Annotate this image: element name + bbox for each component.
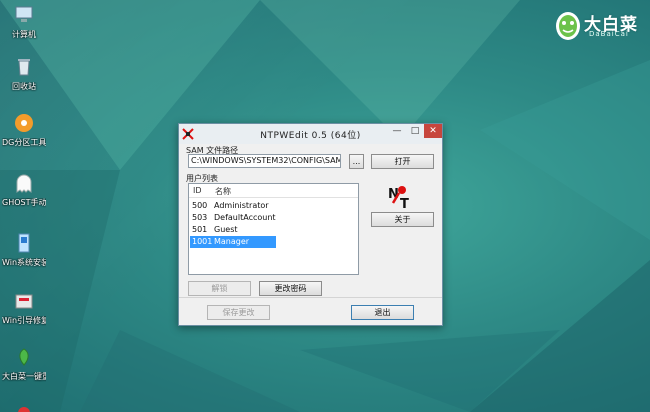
user-id: 503: [192, 213, 208, 222]
app-icon-partial: [18, 407, 30, 412]
change-password-button[interactable]: 更改密码: [259, 281, 322, 296]
cabbage-logo-icon: [556, 12, 580, 40]
user-name: Administrator: [214, 201, 269, 210]
column-name-header[interactable]: 名称: [215, 186, 231, 197]
desktop-icon-label: 大白菜一键重装【大白菜一...】: [2, 372, 46, 381]
desktop-icon-label: Win系统安装【大白菜】: [2, 258, 46, 267]
user-id: 1001: [192, 237, 213, 246]
desktop-icon-diskgenius[interactable]: DG分区工具【大白菜】: [2, 112, 46, 148]
user-id: 501: [192, 225, 208, 234]
desktop-icon-recycle-bin[interactable]: 回收站: [2, 56, 46, 92]
boot-repair-icon: [15, 294, 33, 309]
desktop-icon-boot-repair[interactable]: Win引导修复【大白菜】: [2, 290, 46, 326]
desktop-icon-label: 计算机: [12, 30, 36, 39]
user-name: Manager: [214, 237, 250, 246]
ntpwedit-window: NTPWEdit 0.5 (64位) — □ ✕ SAM 文件路径 C:\WIN…: [178, 123, 443, 326]
unlock-button[interactable]: 解锁: [188, 281, 251, 296]
desktop-icon-label: Win引导修复【大白菜】: [2, 316, 46, 325]
separator: [179, 297, 442, 298]
maximize-icon: □: [410, 126, 420, 136]
exit-button[interactable]: 退出: [351, 305, 414, 320]
desktop-icon-label: DG分区工具【大白菜】: [2, 138, 46, 147]
recycle-bin-icon: [18, 59, 30, 76]
desktop-icon-computer[interactable]: 计算机: [2, 4, 46, 40]
user-row-manager[interactable]: 1001 Manager: [190, 236, 276, 248]
user-row-administrator[interactable]: 500 Administrator: [190, 200, 276, 212]
user-id: 500: [192, 201, 208, 210]
user-name: DefaultAccount: [214, 213, 276, 222]
sam-path-field[interactable]: C:\WINDOWS\SYSTEM32\CONFIG\SAM: [188, 154, 341, 168]
browse-button[interactable]: ...: [349, 154, 364, 169]
user-row-guest[interactable]: 501 Guest: [190, 224, 276, 236]
ghost-icon: [16, 174, 32, 193]
user-list[interactable]: ID 名称 500 Administrator 503 DefaultAccou…: [188, 183, 359, 275]
brand-subtitle: DaBaiCai: [589, 30, 629, 38]
save-changes-button[interactable]: 保存更改: [207, 305, 270, 320]
minimize-icon: —: [392, 126, 402, 136]
title-bar[interactable]: NTPWEdit 0.5 (64位) — □ ✕: [179, 124, 442, 144]
column-id-header[interactable]: ID: [193, 186, 202, 195]
computer-icon: [15, 6, 33, 22]
open-button[interactable]: 打开: [371, 154, 434, 169]
desktop-icon-dabaicai-reinstall[interactable]: 大白菜一键重装【大白菜一...】: [2, 346, 46, 382]
ntpw-logo-icon: N T: [388, 186, 409, 210]
diskgenius-icon: [15, 114, 33, 132]
maximize-button[interactable]: □: [406, 124, 424, 138]
minimize-button[interactable]: —: [388, 124, 406, 138]
close-button[interactable]: ✕: [424, 124, 442, 138]
desktop-icon-label: GHOST手动【大白菜】: [2, 198, 46, 207]
svg-text:T: T: [400, 197, 409, 210]
desktop-icon-column: 计算机 回收站 DG分区工具【大白菜】 GHOST手动【大白菜】 Win系统安装…: [0, 0, 48, 412]
close-icon: ✕: [429, 126, 437, 136]
brand-logo: 大白菜 DaBaiCai: [553, 4, 648, 44]
desktop-icon-ghost[interactable]: GHOST手动【大白菜】: [2, 172, 46, 208]
desktop-icon-partial[interactable]: [2, 400, 46, 412]
list-header: ID 名称: [189, 184, 358, 198]
about-button[interactable]: 关于: [371, 212, 434, 227]
windows-install-icon: [18, 233, 30, 253]
desktop-icon-win-install[interactable]: Win系统安装【大白菜】: [2, 232, 46, 268]
user-row-defaultaccount[interactable]: 503 DefaultAccount: [190, 212, 276, 224]
user-name: Guest: [214, 225, 238, 234]
dabaicai-reinstall-icon: [19, 348, 29, 366]
desktop-icon-label: 回收站: [12, 82, 36, 91]
